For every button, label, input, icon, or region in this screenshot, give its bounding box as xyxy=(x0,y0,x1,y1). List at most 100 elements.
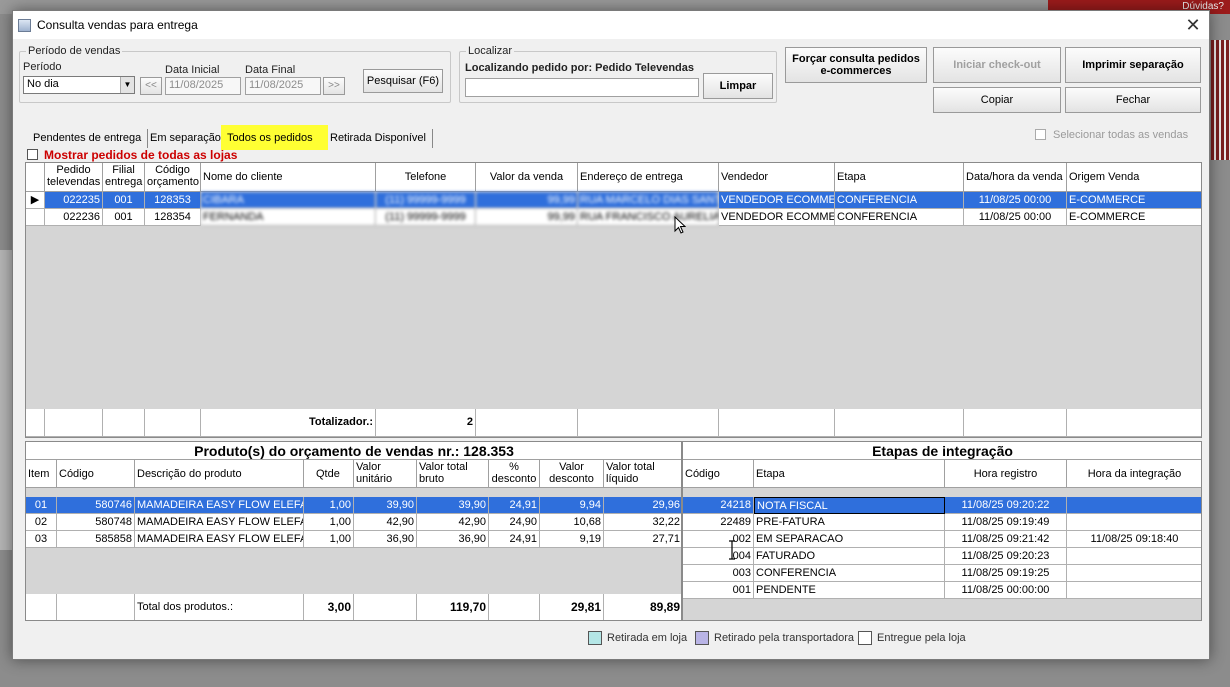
col-header-valor[interactable]: Valor da venda xyxy=(476,163,578,192)
tot-blank xyxy=(719,409,835,437)
etapa-codigo: 002 xyxy=(683,531,754,548)
tot-blank xyxy=(1067,409,1201,437)
copiar-button[interactable]: Copiar xyxy=(933,87,1061,113)
col-header-pct-desconto[interactable]: % desconto xyxy=(489,460,540,488)
produto-row[interactable]: 01 580746 MAMADEIRA EASY FLOW ELEFA 1,00… xyxy=(26,497,681,514)
etapa-nome: PRE-FATURA xyxy=(754,514,945,531)
etapa-hora-integracao xyxy=(1067,548,1201,565)
col-header-origem[interactable]: Origem Venda xyxy=(1067,163,1201,192)
produto-valor-unitario: 36,90 xyxy=(354,531,417,548)
limpar-button[interactable]: Limpar xyxy=(703,73,773,99)
fechar-button[interactable]: Fechar xyxy=(1065,87,1201,113)
etapa-hora-integracao xyxy=(1067,582,1201,599)
order-vendedor: VENDEDOR ECOMME xyxy=(719,192,835,209)
produto-row[interactable]: 02 580748 MAMADEIRA EASY FLOW ELEFA 1,00… xyxy=(26,514,681,531)
etapa-hora-registro: 11/08/25 09:19:25 xyxy=(945,565,1067,582)
col-header-filial[interactable]: Filial entrega xyxy=(103,163,145,192)
produto-pct-desconto: 24,90 xyxy=(489,514,540,531)
col-header-etapa[interactable]: Etapa xyxy=(835,163,964,192)
produto-valor-bruto: 36,90 xyxy=(417,531,489,548)
background-left-strip xyxy=(0,250,12,550)
order-row[interactable]: 022236 001 128354 FERNANDA (11) 99999-99… xyxy=(26,209,1201,226)
legend-label-entregue-loja: Entregue pela loja xyxy=(877,632,966,644)
orders-grid: Pedido televendas Filial entrega Código … xyxy=(25,162,1202,438)
col-header-endereco[interactable]: Endereço de entrega xyxy=(578,163,719,192)
legend-label-transportadora: Retirado pela transportadora xyxy=(714,632,855,644)
col-header-etapa-codigo[interactable]: Código xyxy=(683,460,754,488)
etapa-row[interactable]: 004 FATURADO 11/08/25 09:20:23 xyxy=(683,548,1201,565)
col-header-descricao[interactable]: Descrição do produto xyxy=(135,460,304,488)
localizar-search-input[interactable] xyxy=(465,78,699,97)
total-liquido: 89,89 xyxy=(604,594,681,620)
periodo-group-title: Período de vendas xyxy=(26,45,123,57)
etapa-row[interactable]: 24218 NOTA FISCAL 11/08/25 09:20:22 xyxy=(683,497,1201,514)
iniciar-checkout-button[interactable]: Iniciar check-out xyxy=(933,47,1061,83)
localizar-group-title: Localizar xyxy=(466,45,515,57)
tot-blank xyxy=(26,409,45,437)
etapa-nome: NOTA FISCAL xyxy=(754,497,945,514)
order-origem: E-COMMERCE xyxy=(1067,209,1201,226)
produto-valor-liquido: 29,96 xyxy=(604,497,681,514)
etapa-codigo: 22489 xyxy=(683,514,754,531)
etapa-hora-integracao xyxy=(1067,565,1201,582)
chevron-down-icon[interactable]: ▼ xyxy=(120,77,134,93)
periodo-label: Período xyxy=(23,61,62,73)
periodo-select[interactable]: No dia ▼ xyxy=(23,76,135,94)
tab-retirada-disponivel[interactable]: Retirada Disponível xyxy=(324,129,433,148)
data-inicial-field[interactable]: 11/08/2025 xyxy=(165,77,241,95)
tab-pendentes-entrega[interactable]: Pendentes de entrega xyxy=(27,129,149,148)
produto-row[interactable]: 03 585858 MAMADEIRA EASY FLOW ELEFA 1,00… xyxy=(26,531,681,548)
order-row[interactable]: ▶ 022235 001 128353 CIBARA (11) 99999-99… xyxy=(26,192,1201,209)
previous-date-button[interactable]: << xyxy=(140,77,162,95)
etapa-row[interactable]: 22489 PRE-FATURA 11/08/25 09:19:49 xyxy=(683,514,1201,531)
total-produtos-label: Total dos produtos.: xyxy=(135,594,304,620)
col-header-qtde[interactable]: Qtde xyxy=(304,460,354,488)
selecionar-todas-checkbox[interactable] xyxy=(1035,129,1046,140)
col-header-codigo[interactable]: Código orçamento xyxy=(145,163,201,192)
tot-blank xyxy=(489,594,540,620)
tab-em-separacao[interactable]: Em separação xyxy=(144,129,228,148)
col-header-data[interactable]: Data/hora da venda xyxy=(964,163,1067,192)
pesquisar-button[interactable]: Pesquisar (F6) xyxy=(363,69,443,93)
tot-blank xyxy=(354,594,417,620)
tab-todos-os-pedidos[interactable]: Todos os pedidos xyxy=(221,125,328,150)
etapa-codigo: 001 xyxy=(683,582,754,599)
order-cliente: CIBARA xyxy=(201,192,376,209)
order-endereco: RUA MARCELO DIAS SANT xyxy=(578,192,719,209)
tot-blank xyxy=(57,594,135,620)
legend-swatch-entregue-loja xyxy=(858,631,872,645)
col-header-valor-liquido[interactable]: Valor total líquido xyxy=(604,460,681,488)
col-header-valor-unitario[interactable]: Valor unitário xyxy=(354,460,417,488)
tot-blank xyxy=(45,409,103,437)
produto-qtde: 1,00 xyxy=(304,514,354,531)
data-final-field[interactable]: 11/08/2025 xyxy=(245,77,321,95)
close-icon[interactable]: ✕ xyxy=(1181,13,1205,37)
etapas-title: Etapas de integração xyxy=(683,442,1201,460)
etapa-row[interactable]: 002 EM SEPARACAO 11/08/25 09:21:42 11/08… xyxy=(683,531,1201,548)
col-header-valor-desconto[interactable]: Valor desconto xyxy=(540,460,604,488)
produto-descricao: MAMADEIRA EASY FLOW ELEFA xyxy=(135,531,304,548)
row-indicator xyxy=(26,209,45,226)
produto-valor-liquido: 27,71 xyxy=(604,531,681,548)
col-header-item[interactable]: Item xyxy=(26,460,57,488)
produto-codigo: 580748 xyxy=(57,514,135,531)
col-header-telefone[interactable]: Telefone xyxy=(376,163,476,192)
forcar-consulta-button[interactable]: Forçar consulta pedidos e-commerces xyxy=(785,47,927,83)
col-header-pedido[interactable]: Pedido televendas xyxy=(45,163,103,192)
col-header-etapa[interactable]: Etapa xyxy=(754,460,945,488)
col-header-valor-bruto[interactable]: Valor total bruto xyxy=(417,460,489,488)
next-date-button[interactable]: >> xyxy=(323,77,345,95)
order-origem: E-COMMERCE xyxy=(1067,192,1201,209)
mostrar-todas-lojas-checkbox[interactable] xyxy=(27,149,38,160)
data-inicial-label: Data Inicial xyxy=(165,64,220,76)
col-header-hora-registro[interactable]: Hora registro xyxy=(945,460,1067,488)
etapa-row[interactable]: 001 PENDENTE 11/08/25 00:00:00 xyxy=(683,582,1201,599)
order-data: 11/08/25 00:00 xyxy=(964,209,1067,226)
imprimir-separacao-button[interactable]: Imprimir separação xyxy=(1065,47,1201,83)
etapa-row[interactable]: 003 CONFERENCIA 11/08/25 09:19:25 xyxy=(683,565,1201,582)
col-header-prod-codigo[interactable]: Código xyxy=(57,460,135,488)
col-header-vendedor[interactable]: Vendedor xyxy=(719,163,835,192)
col-header-cliente[interactable]: Nome do cliente xyxy=(201,163,376,192)
col-header-hora-integracao[interactable]: Hora da integração xyxy=(1067,460,1201,488)
etapa-hora-registro: 11/08/25 09:21:42 xyxy=(945,531,1067,548)
